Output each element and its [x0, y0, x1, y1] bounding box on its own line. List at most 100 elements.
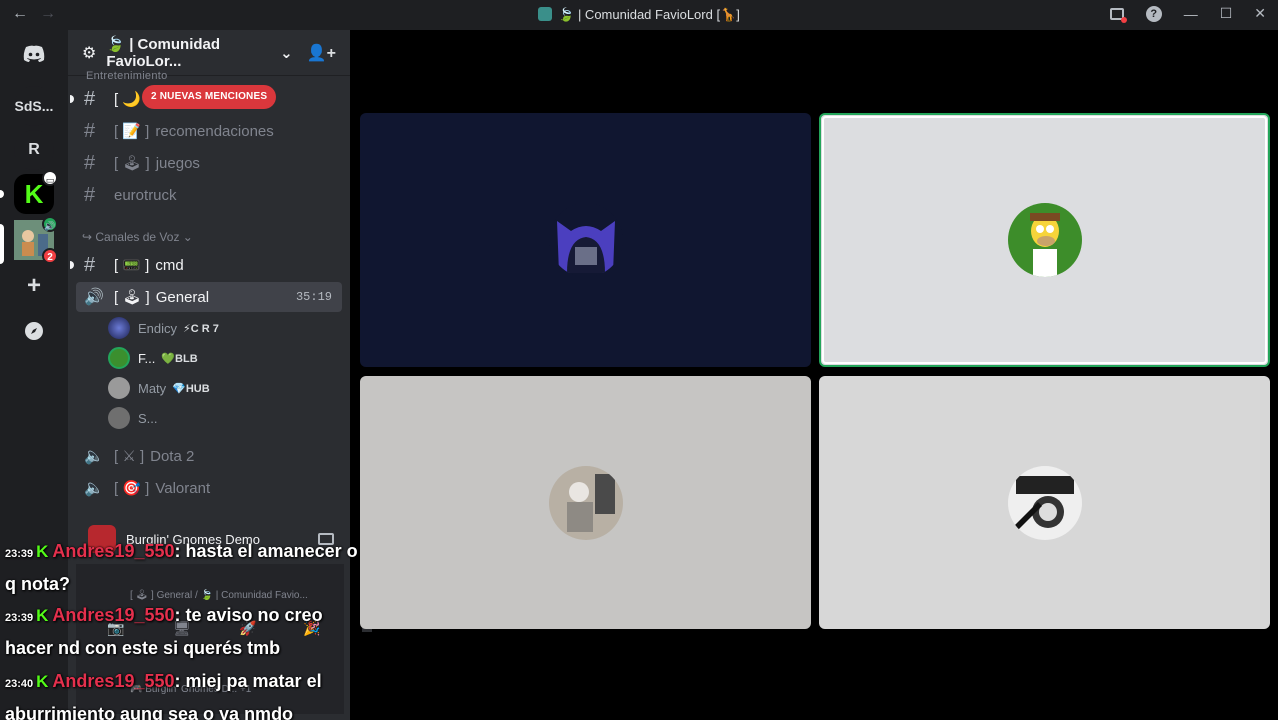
unread-indicator [70, 95, 74, 103]
server-r[interactable]: R [14, 130, 54, 170]
kick-badge-icon: K [36, 606, 49, 625]
channel-label: Valorant [155, 479, 211, 497]
window-title-text: 🍃 | Comunidad FavioLord [🦒] [558, 7, 740, 22]
channel-prefix: [ 📝 ] [114, 123, 150, 140]
avatar [548, 203, 623, 277]
user-tag: 💚BLB [161, 352, 198, 365]
kick-badge-icon: K [36, 672, 49, 691]
server-name: 🍃 | Comunidad FavioLor... [106, 36, 221, 70]
voice-user-name: S... [138, 410, 158, 426]
voice-channel-dota-2[interactable]: 🔈 [ ⚔ ] Dota 2 [76, 441, 342, 471]
hash-icon: # [84, 151, 96, 174]
channel-label: recomendaciones [155, 122, 274, 140]
voice-user-name: Maty [138, 380, 167, 396]
call-timer: 35:19 [295, 290, 332, 304]
channel-recomendaciones[interactable]: # [ 📝 ] recomendaciones [76, 116, 342, 146]
manga-avatar-icon [1007, 465, 1082, 540]
hash-icon: # [84, 253, 96, 276]
speaker-icon: 🔈 [84, 448, 104, 465]
avatar [108, 407, 130, 429]
chat-message: 23:40 K Andres19_550: miej pa matar el abu… [5, 666, 365, 720]
message-time: 23:39 [5, 612, 34, 624]
avatar [1007, 203, 1082, 277]
stream-icon: ▭ [42, 170, 58, 186]
avatar [548, 465, 623, 540]
voice-user[interactable]: Maty 💎HUB [108, 375, 210, 401]
help-icon[interactable]: ? [1145, 5, 1162, 22]
channel-prefix: [ 🕹 ] [114, 155, 150, 172]
channel-prefix: [ 🎯 ] [114, 480, 150, 497]
window-controls: ? — ☐ ✕ [1109, 5, 1266, 23]
channel-prefix: [ 📟 ] [114, 257, 150, 274]
channel-cmd[interactable]: # [ 📟 ] cmd [70, 250, 342, 280]
title-bar: ← → 🍃 | Comunidad FavioLord [🦒] ? — ☐ ✕ [0, 0, 1278, 30]
message-user: Andres19_550 [52, 605, 175, 625]
voice-user[interactable]: S... [108, 405, 158, 431]
hash-icon: # [84, 183, 96, 206]
channel-label: cmd [155, 256, 184, 274]
hash-icon: # [84, 87, 96, 110]
new-mentions-banner[interactable]: 2 NUEVAS MENCIONES [142, 85, 277, 109]
user-tag: 💎HUB [172, 382, 210, 395]
video-tile-2-speaking[interactable] [819, 113, 1270, 367]
photo-avatar-icon [548, 465, 623, 540]
voice-channel-general[interactable]: 🔊 [ 🕹 ] General 35:19 [76, 282, 342, 312]
voice-user-name: F... [138, 350, 156, 366]
kick-badge-icon: K [36, 542, 49, 561]
speaker-icon: 🔈 [84, 480, 104, 497]
voice-channel-valorant[interactable]: 🔈 [ 🎯 ] Valorant [76, 473, 342, 503]
voice-user-name: Endicy [138, 320, 178, 336]
message-time: 23:39 [5, 548, 34, 560]
window-title: 🍃 | Comunidad FavioLord [🦒] [0, 7, 1278, 23]
direct-messages-button[interactable] [14, 34, 54, 74]
video-tile-4[interactable] [819, 376, 1270, 629]
add-server-button[interactable]: + [14, 266, 54, 306]
chevron-down-icon: ⌄ [280, 44, 293, 62]
minimize-button[interactable]: — [1184, 6, 1198, 22]
server-comunidad-faviolord[interactable]: 🔊 2 [14, 216, 58, 264]
maximize-button[interactable]: ☐ [1220, 5, 1233, 22]
kick-logo-icon: K [24, 178, 44, 209]
chat-message: 23:39 K Andres19_550: hasta el amanecer o … [5, 536, 365, 599]
channel-prefix: [ 🕹 ] [114, 289, 150, 306]
hash-icon: # [84, 119, 96, 142]
message-user: Andres19_550 [52, 671, 175, 691]
mention-badge: 2 [42, 248, 58, 264]
channel-eurotruck[interactable]: # eurotruck [76, 180, 342, 210]
invite-icon[interactable]: 👤+ [307, 43, 336, 63]
category-canales-de-voz[interactable]: ↪ Canales de Voz ⌄ [82, 230, 193, 244]
server-icon [538, 7, 553, 21]
speaker-icon: 🔊 [84, 289, 104, 306]
channel-prefix: [ 🌙 [114, 91, 142, 108]
inbox-icon[interactable] [1109, 7, 1127, 23]
chat-message: 23:39 K Andres19_550: te aviso no creo hac… [5, 600, 365, 663]
gear-icon[interactable]: ⚙ [82, 43, 96, 63]
server-unread-pill [0, 190, 4, 198]
video-tile-1[interactable] [360, 113, 811, 367]
close-button[interactable]: ✕ [1254, 5, 1266, 22]
hooded-cat-avatar-icon [548, 203, 623, 277]
homer-avatar-icon [1007, 203, 1082, 277]
compass-icon [25, 322, 43, 340]
server-sds[interactable]: SdS... [14, 86, 54, 126]
channel-juegos[interactable]: # [ 🕹 ] juegos [76, 148, 342, 178]
avatar [1007, 465, 1082, 540]
video-tile-3[interactable] [360, 376, 811, 629]
plus-icon: + [26, 272, 41, 299]
message-time: 23:40 [5, 678, 34, 690]
explore-button[interactable] [14, 311, 54, 351]
channel-label: juegos [155, 154, 200, 172]
voice-user[interactable]: Endicy ⚡C R 7 [108, 315, 219, 341]
channel-label: General [155, 288, 210, 306]
category-entretenimiento[interactable]: Entretenimiento [86, 70, 168, 82]
channel-prefix: [ ⚔ ] [114, 448, 145, 465]
discord-icon [23, 45, 45, 62]
avatar [108, 317, 130, 339]
chat-overlay: 23:39 K Andres19_550: hasta el amanecer o … [0, 536, 372, 720]
avatar [108, 347, 130, 369]
speaker-icon: 🔊 [42, 216, 58, 232]
voice-user[interactable]: F... 💚BLB [108, 345, 198, 371]
channel-label: Dota 2 [150, 447, 195, 465]
server-kick[interactable]: K ▭ [14, 170, 58, 214]
server-selected-pill [0, 224, 4, 264]
